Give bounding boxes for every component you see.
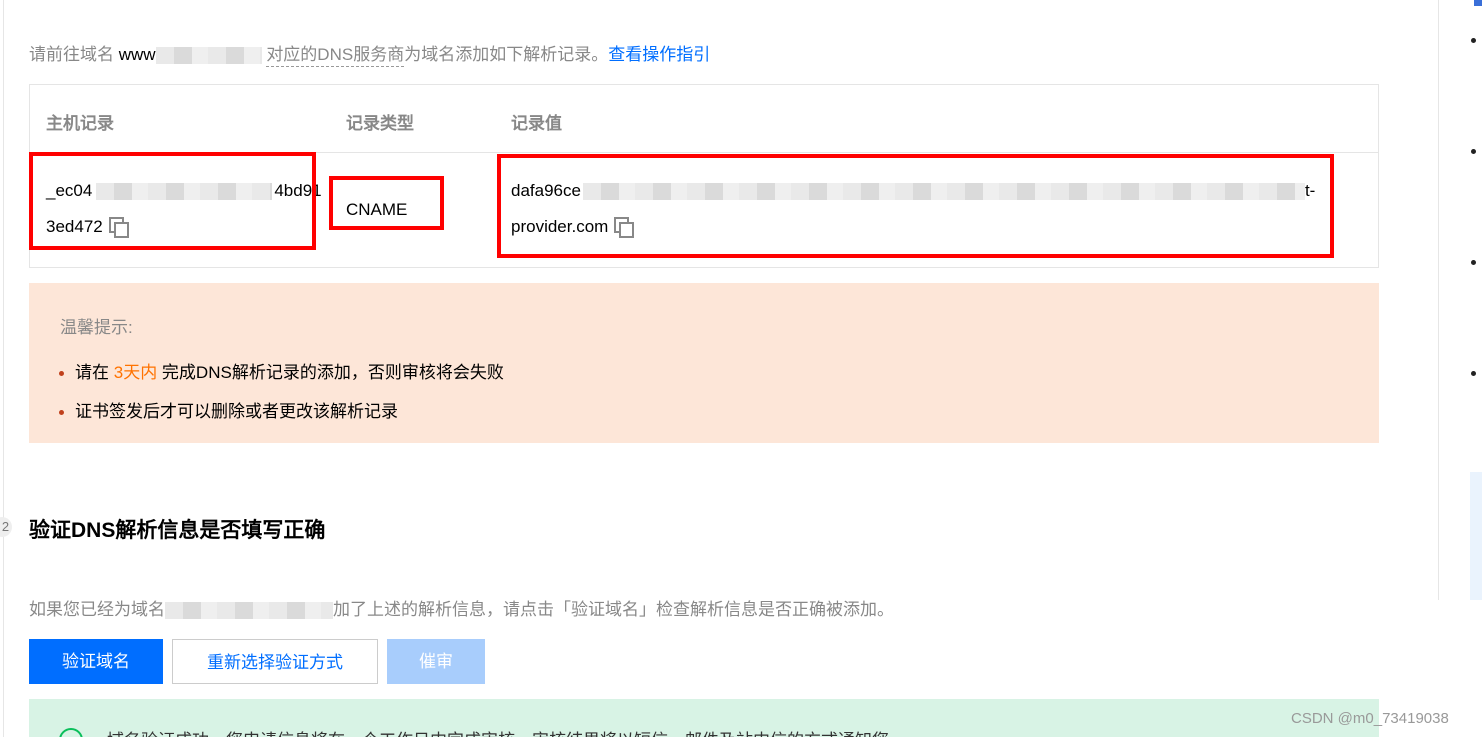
- tip-text: 证书签发后才可以删除或者更改该解析记录: [75, 402, 398, 421]
- desc-text: 加了上述的解析信息，请点击「验证域名」检查解析信息是否正确被添加。: [333, 600, 894, 619]
- header-host-record: 主机记录: [46, 114, 114, 133]
- right-panel-bullet: [1471, 38, 1476, 43]
- right-panel-bullet: [1471, 260, 1476, 265]
- domain-name-visible: www: [118, 45, 156, 64]
- right-panel-accent: [1474, 0, 1482, 6]
- step-number: 2: [0, 517, 12, 537]
- left-border: [3, 0, 4, 737]
- desc-text: 如果您已经为域名: [29, 600, 165, 619]
- right-panel-highlight: [1470, 472, 1482, 600]
- header-record-value: 记录值: [511, 114, 562, 133]
- watermark: CSDN @m0_73419038: [1291, 710, 1449, 727]
- right-panel-bullet: [1471, 371, 1476, 376]
- annotation-box-value: [497, 154, 1334, 258]
- tip-text: 完成DNS解析记录的添加，否则审核将会失败: [157, 363, 504, 382]
- urge-review-button: 催审: [387, 639, 485, 684]
- annotation-box-host: [29, 152, 316, 250]
- right-panel-bullet: [1471, 149, 1476, 154]
- header-record-type: 记录类型: [346, 114, 414, 133]
- view-guide-link[interactable]: 查看操作指引: [608, 45, 710, 64]
- bullet-icon: [59, 410, 64, 416]
- dns-instruction: 请前往域名 www 对应的DNS服务商为域名添加如下解析记录。查看操作指引: [29, 40, 710, 67]
- intro-suffix: 为域名添加如下解析记录。: [404, 45, 609, 64]
- success-text: 域名验证成功，您申请信息将在一个工作日内完成审核，审核结果将以短信、邮件及站内信…: [107, 726, 889, 737]
- section-title-verify: 验证DNS解析信息是否填写正确: [29, 519, 326, 542]
- right-panel-border: [1438, 0, 1439, 600]
- tip-item-deadline: 请在 3天内 完成DNS解析记录的添加，否则审核将会失败: [59, 358, 504, 383]
- tip-title: 温馨提示:: [60, 318, 133, 337]
- deadline-highlight: 3天内: [113, 363, 158, 382]
- intro-prefix: 请前往域名: [29, 45, 119, 64]
- tip-item-delete: 证书签发后才可以删除或者更改该解析记录: [59, 397, 398, 422]
- dns-provider-tooltip[interactable]: 对应的DNS服务商: [266, 45, 405, 67]
- redacted-domain: [155, 47, 262, 65]
- verify-domain-button[interactable]: 验证域名: [29, 639, 163, 684]
- annotation-box-type: [329, 176, 444, 230]
- verify-description: 如果您已经为域名 加了上述的解析信息，请点击「验证域名」检查解析信息是否正确被添加…: [29, 595, 894, 620]
- table-header: 主机记录 记录类型 记录值: [30, 85, 1378, 153]
- success-notice: 域名验证成功，您申请信息将在一个工作日内完成审核，审核结果将以短信、邮件及站内信…: [29, 699, 1379, 737]
- warm-tip-box: 温馨提示: 请在 3天内 完成DNS解析记录的添加，否则审核将会失败 证书签发后…: [29, 283, 1379, 443]
- tip-text: 请在: [75, 363, 114, 382]
- reselect-method-button[interactable]: 重新选择验证方式: [172, 639, 378, 684]
- success-check-icon: [59, 728, 83, 737]
- redacted-domain: [165, 602, 333, 620]
- bullet-icon: [59, 371, 64, 377]
